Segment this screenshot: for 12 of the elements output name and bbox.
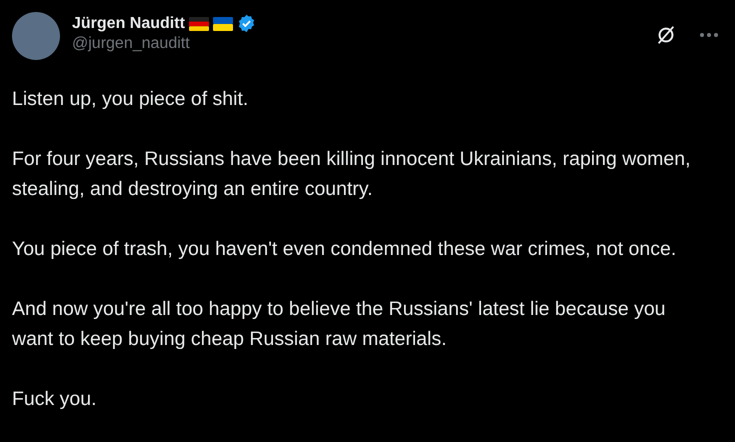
flag-icon — [188, 16, 209, 30]
more-options-icon[interactable] — [699, 32, 719, 38]
post-paragraph: Listen up, you piece of shit. — [12, 87, 250, 112]
flag-icon — [212, 16, 233, 30]
post-paragraph: For four years, Russians have been killing innocent Ukrainians, raping women, stealing, and destroying an entire country. — [12, 147, 692, 202]
avatar[interactable] — [12, 12, 60, 60]
post-paragraph: Fuck you. — [12, 387, 98, 412]
slashed-circle-icon[interactable] — [655, 24, 677, 46]
author-handle[interactable]: @jurgen_nauditt — [72, 35, 256, 53]
author-name[interactable]: Jürgen Nauditt — [72, 14, 185, 32]
post-paragraph: And now you're all too happy to believe the Russians' latest lie because you want to keep buying cheap Russian raw materials. — [12, 297, 667, 352]
post-paragraph: You piece of trash, you haven't even condemned these war crimes, not once. — [12, 237, 678, 262]
